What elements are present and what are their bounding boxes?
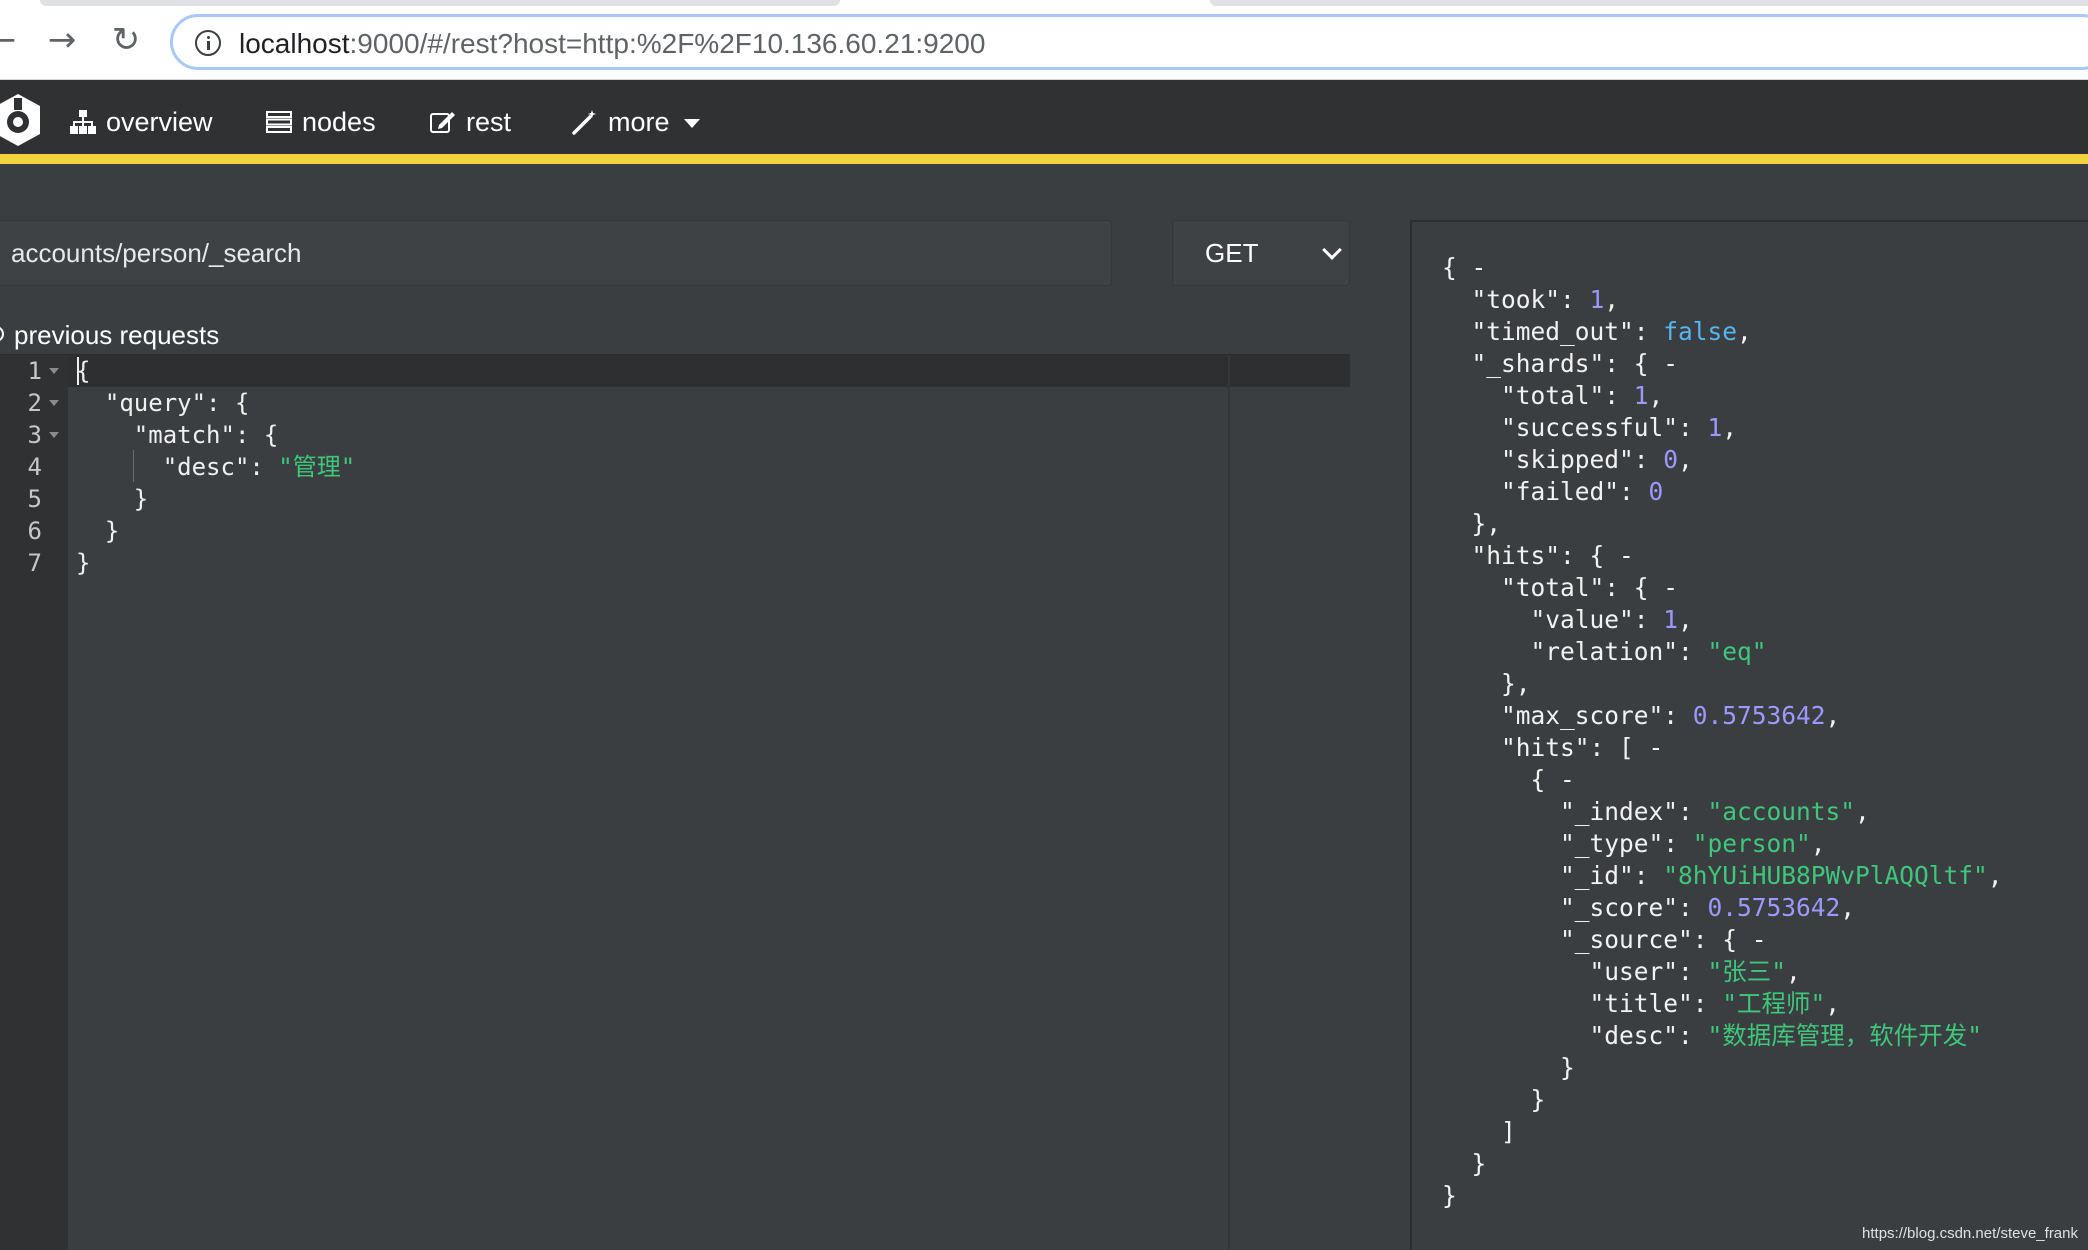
- response-line: "successful": 1,: [1442, 413, 1738, 442]
- response-line: { -: [1442, 253, 1487, 282]
- response-line: "total": 1,: [1442, 381, 1664, 410]
- sitemap-icon: [70, 109, 96, 134]
- response-line: "_source": { -: [1442, 925, 1767, 954]
- code-line: }: [76, 485, 149, 513]
- response-line: "title": "工程师",: [1442, 989, 1841, 1018]
- nav-nodes[interactable]: nodes: [266, 80, 376, 164]
- line-number: 2: [27, 389, 42, 417]
- response-line: "total": { -: [1442, 573, 1679, 602]
- app-navbar: overview nodes rest more: [0, 80, 2088, 164]
- code-string: "管理": [278, 453, 356, 481]
- code-line: }: [76, 517, 120, 545]
- response-line: "hits": { -: [1442, 541, 1634, 570]
- response-line: "skipped": 0,: [1442, 445, 1693, 474]
- fold-arrow-icon[interactable]: [49, 400, 59, 406]
- nav-nodes-label: nodes: [302, 107, 376, 137]
- response-line: "_score": 0.5753642,: [1442, 893, 1856, 922]
- response-line: "relation": "eq": [1442, 637, 1767, 666]
- line-number: 4: [27, 453, 42, 481]
- request-body-editor[interactable]: 1 2 3 4 5 6 7 { "query": { "match": { "d…: [0, 354, 1350, 1250]
- code-line: "match": {: [76, 421, 279, 449]
- browser-toolbar: ← → ↻ localhost:9000/#/rest?host=http:%2…: [0, 0, 2088, 80]
- edit-icon: [430, 111, 455, 133]
- nav-overview[interactable]: overview: [70, 80, 213, 164]
- reload-icon[interactable]: ↻: [106, 20, 146, 60]
- server-icon: [266, 110, 292, 133]
- response-line: ]: [1442, 1117, 1516, 1146]
- caret-down-icon: [683, 119, 700, 129]
- response-line: }: [1442, 1181, 1457, 1210]
- fold-arrow-icon[interactable]: [49, 368, 59, 374]
- line-number: 5: [27, 485, 42, 513]
- line-number: 7: [27, 549, 42, 577]
- response-line: "_id": "8hYUiHUB8PWvPlAQQltf",: [1442, 861, 2003, 890]
- indent-guide: [133, 450, 134, 482]
- magic-wand-icon: [572, 109, 596, 135]
- response-line: "hits": [ -: [1442, 733, 1664, 762]
- site-info-icon[interactable]: [195, 30, 221, 56]
- response-line: "timed_out": false,: [1442, 317, 1752, 346]
- response-line: "user": "张三",: [1442, 957, 1801, 986]
- response-line: },: [1442, 509, 1502, 538]
- response-line: "_index": "accounts",: [1442, 797, 1870, 826]
- response-line: { -: [1442, 765, 1575, 794]
- history-icon: [0, 326, 4, 342]
- response-line: }: [1442, 1085, 1546, 1114]
- response-line: },: [1442, 669, 1531, 698]
- line-number: 1: [27, 357, 42, 385]
- nav-more-label: more: [608, 107, 670, 137]
- nav-overview-label: overview: [106, 107, 213, 137]
- line-number: 3: [27, 421, 42, 449]
- code-key: "desc":: [76, 453, 279, 481]
- method-select-value: GET: [1205, 238, 1259, 268]
- text-cursor: [77, 357, 79, 385]
- browser-tab[interactable]: [40, 0, 840, 6]
- code-line: "desc": "管理": [76, 451, 356, 483]
- code-line: "query": {: [76, 389, 250, 417]
- back-arrow-icon[interactable]: ←: [0, 20, 22, 60]
- code-line: }: [76, 549, 91, 577]
- response-line: "max_score": 0.5753642,: [1442, 701, 1841, 730]
- response-line: "value": 1,: [1442, 605, 1693, 634]
- response-line: }: [1442, 1149, 1487, 1178]
- fold-arrow-icon[interactable]: [49, 432, 59, 438]
- previous-requests-label: previous requests: [14, 320, 220, 350]
- line-number: 6: [27, 517, 42, 545]
- nav-more-dropdown[interactable]: more: [572, 80, 700, 164]
- nav-rest[interactable]: rest: [430, 80, 511, 164]
- editor-print-margin: [1228, 355, 1230, 1250]
- nav-rest-label: rest: [466, 107, 512, 137]
- forward-arrow-icon[interactable]: →: [42, 20, 82, 60]
- browser-tab[interactable]: [1210, 0, 2088, 6]
- method-select[interactable]: GET: [1172, 220, 1350, 286]
- response-line: }: [1442, 1053, 1575, 1082]
- chevron-down-icon: [1322, 240, 1342, 260]
- request-path-input[interactable]: [0, 220, 1112, 286]
- cerebro-logo-icon[interactable]: [0, 90, 44, 150]
- editor-active-line: [68, 355, 1350, 387]
- watermark: https://blog.csdn.net/steve_frank: [1862, 1225, 2078, 1242]
- response-line: "desc": "数据库管理，软件开发": [1442, 1021, 1983, 1050]
- address-bar[interactable]: localhost:9000/#/rest?host=http:%2F%2F10…: [170, 14, 2088, 70]
- response-line: "took": 1,: [1442, 285, 1620, 314]
- response-line: "_shards": { -: [1442, 349, 1679, 378]
- url-text: localhost:9000/#/rest?host=http:%2F%2F10…: [239, 28, 986, 59]
- response-line: "_type": "person",: [1442, 829, 1826, 858]
- response-line: "failed": 0: [1442, 477, 1664, 506]
